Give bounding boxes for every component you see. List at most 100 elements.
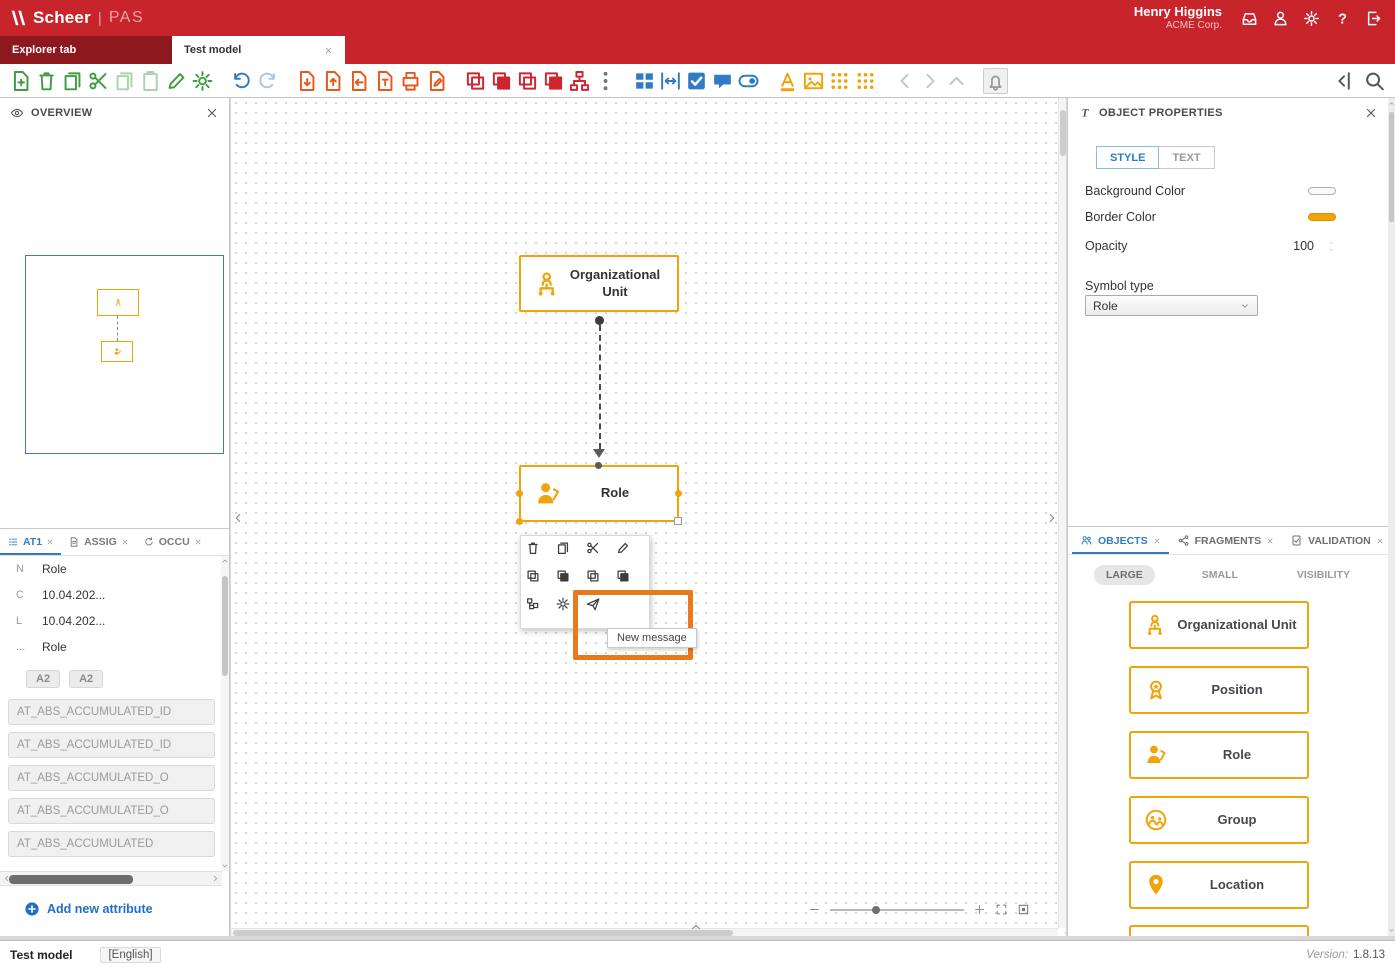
stepper-up-icon[interactable] bbox=[1327, 240, 1336, 246]
model-settings-icon[interactable] bbox=[190, 68, 215, 94]
nav-up-icon[interactable] bbox=[944, 68, 969, 94]
scrollbar-thumb[interactable] bbox=[1389, 112, 1394, 222]
insert-image-icon[interactable] bbox=[801, 68, 826, 94]
ctx-send-back-icon[interactable] bbox=[615, 568, 631, 584]
canvas-horizontal-scrollbar[interactable] bbox=[231, 928, 1058, 936]
ungroup-icon[interactable] bbox=[489, 68, 514, 94]
node-organizational-unit[interactable]: Organizational Unit bbox=[519, 255, 679, 312]
ctx-settings-icon[interactable] bbox=[555, 596, 571, 612]
export-icon[interactable] bbox=[294, 68, 319, 94]
collapse-left-panel-icon[interactable] bbox=[231, 510, 245, 526]
scrollbar-thumb[interactable] bbox=[9, 875, 133, 884]
attribute-row[interactable]: ... Role bbox=[0, 634, 221, 660]
scroll-up-icon[interactable] bbox=[1388, 100, 1395, 107]
selection-handle[interactable] bbox=[516, 518, 523, 525]
grid-view-icon[interactable] bbox=[632, 68, 657, 94]
palette-item-role[interactable]: Role bbox=[1129, 731, 1309, 779]
print-icon[interactable] bbox=[398, 68, 423, 94]
ctx-bring-front-icon[interactable] bbox=[585, 568, 601, 584]
redo-icon[interactable] bbox=[255, 68, 280, 94]
add-new-attribute-button[interactable]: Add new attribute bbox=[24, 901, 153, 917]
collapse-toolbar-icon[interactable] bbox=[1331, 68, 1356, 94]
collapse-right-panel-icon[interactable] bbox=[1045, 510, 1059, 526]
close-assignments-tab-icon[interactable] bbox=[121, 538, 129, 546]
delete-icon[interactable] bbox=[34, 68, 59, 94]
paste-icon[interactable] bbox=[138, 68, 163, 94]
file-back-icon[interactable] bbox=[346, 68, 371, 94]
font-color-icon[interactable] bbox=[775, 68, 800, 94]
ctx-ungroup-icon[interactable] bbox=[555, 568, 571, 584]
zoom-slider[interactable] bbox=[830, 909, 964, 911]
attribute-pill[interactable]: AT_ABS_ACCUMULATED_O bbox=[8, 798, 215, 824]
connection-start-dot[interactable] bbox=[595, 316, 604, 325]
tab-style[interactable]: STYLE bbox=[1096, 146, 1159, 169]
close-tab-icon[interactable] bbox=[324, 46, 333, 55]
language-selector[interactable]: [English] bbox=[100, 947, 160, 963]
cut-icon[interactable] bbox=[86, 68, 111, 94]
attribute-badge[interactable]: A2 bbox=[26, 670, 60, 688]
toggle-view-icon[interactable] bbox=[736, 68, 761, 94]
selection-handle[interactable] bbox=[516, 490, 523, 497]
attribute-pill[interactable]: AT_ABS_ACCUMULATED_ID bbox=[8, 699, 215, 725]
close-validation-tab-icon[interactable] bbox=[1376, 537, 1384, 545]
close-fragments-tab-icon[interactable] bbox=[1266, 537, 1274, 545]
background-color-swatch[interactable] bbox=[1308, 187, 1336, 195]
attributes-horizontal-scrollbar[interactable] bbox=[0, 871, 222, 886]
tab-small[interactable]: SMALL bbox=[1190, 565, 1250, 585]
hierarchy-icon[interactable] bbox=[567, 68, 592, 94]
more-options-icon[interactable] bbox=[593, 68, 618, 94]
canvas-vertical-scrollbar[interactable] bbox=[1058, 98, 1066, 928]
group-icon[interactable] bbox=[463, 68, 488, 94]
tab-objects[interactable]: OBJECTS bbox=[1072, 527, 1169, 554]
close-attributes-tab-icon[interactable] bbox=[46, 538, 54, 546]
scrollbar-thumb[interactable] bbox=[222, 576, 228, 676]
multi-select-icon[interactable] bbox=[684, 68, 709, 94]
fullscreen-icon[interactable] bbox=[995, 903, 1008, 916]
nav-forward-icon[interactable] bbox=[918, 68, 943, 94]
pin-file-icon[interactable] bbox=[372, 68, 397, 94]
edit-icon[interactable] bbox=[164, 68, 189, 94]
palette-item-group[interactable]: Group bbox=[1129, 796, 1309, 844]
attribute-pill[interactable]: AT_ABS_ACCUMULATED bbox=[8, 831, 215, 857]
palette-item-position[interactable]: Position bbox=[1129, 666, 1309, 714]
tab-assignments[interactable]: ASSIG bbox=[61, 529, 136, 555]
close-occurrences-tab-icon[interactable] bbox=[194, 538, 202, 546]
collapse-bottom-icon[interactable] bbox=[689, 919, 703, 935]
resize-handle[interactable] bbox=[674, 517, 682, 525]
nav-back-icon[interactable] bbox=[892, 68, 917, 94]
import-icon[interactable] bbox=[320, 68, 345, 94]
opacity-stepper[interactable] bbox=[1327, 240, 1336, 253]
fit-to-frame-icon[interactable] bbox=[1017, 903, 1030, 916]
tab-fragments[interactable]: FRAGMENTS bbox=[1169, 527, 1283, 554]
user-block[interactable]: Henry Higgins ACME Corp. bbox=[1134, 5, 1222, 31]
tab-visibility[interactable]: VISIBILITY bbox=[1285, 565, 1362, 585]
attribute-row[interactable]: L 10.04.202... bbox=[0, 608, 221, 634]
copy-icon[interactable] bbox=[60, 68, 85, 94]
node-role[interactable]: Role bbox=[519, 465, 679, 522]
tab-explorer[interactable]: Explorer tab bbox=[0, 36, 172, 64]
border-color-swatch[interactable] bbox=[1308, 213, 1336, 221]
stepper-down-icon[interactable] bbox=[1327, 247, 1336, 253]
settings-gear-icon[interactable] bbox=[1302, 9, 1321, 28]
connection-line[interactable] bbox=[599, 325, 601, 449]
minimap[interactable] bbox=[25, 255, 224, 454]
profile-icon[interactable] bbox=[1271, 9, 1290, 28]
annotate-file-icon[interactable] bbox=[424, 68, 449, 94]
ctx-edit-icon[interactable] bbox=[615, 540, 631, 556]
scroll-down-icon[interactable] bbox=[1388, 927, 1395, 934]
ctx-copy-icon[interactable] bbox=[555, 540, 571, 556]
palette-item-partial[interactable] bbox=[1129, 925, 1309, 936]
diagram-canvas[interactable]: Organizational Unit Role bbox=[231, 98, 1066, 936]
attributes-vertical-scrollbar[interactable] bbox=[221, 556, 229, 871]
inbox-icon[interactable] bbox=[1240, 9, 1259, 28]
scroll-right-icon[interactable] bbox=[211, 874, 220, 883]
fit-width-icon[interactable] bbox=[658, 68, 683, 94]
palette-item-organizational-unit[interactable]: Organizational Unit bbox=[1129, 601, 1309, 649]
layout-dots-icon[interactable] bbox=[853, 68, 878, 94]
tab-test-model[interactable]: Test model bbox=[172, 36, 345, 64]
ctx-delete-icon[interactable] bbox=[525, 540, 541, 556]
tab-occurrences[interactable]: OCCU bbox=[136, 529, 209, 555]
symbol-type-select[interactable]: Role bbox=[1085, 295, 1258, 316]
right-panel-scrollbar[interactable] bbox=[1388, 98, 1395, 936]
undo-icon[interactable] bbox=[229, 68, 254, 94]
